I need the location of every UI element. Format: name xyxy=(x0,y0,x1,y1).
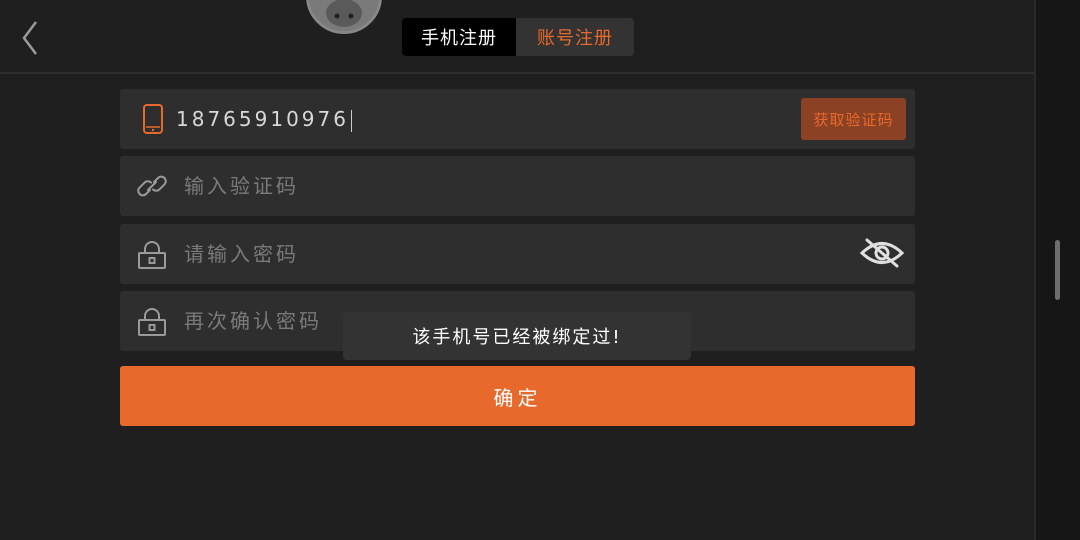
tab-account-register[interactable]: 账号注册 xyxy=(516,18,634,56)
tab-phone-register[interactable]: 手机注册 xyxy=(402,18,516,56)
avatar xyxy=(306,0,382,34)
lock-icon xyxy=(138,241,166,269)
code-field[interactable]: 输入验证码 xyxy=(120,156,915,216)
eye-off-icon[interactable] xyxy=(859,236,905,270)
password-input[interactable]: 请输入密码 xyxy=(184,224,299,284)
chevron-left-icon xyxy=(22,21,37,55)
code-input[interactable]: 输入验证码 xyxy=(184,156,299,216)
phone-icon xyxy=(143,104,163,134)
confirm-password-input[interactable]: 再次确认密码 xyxy=(184,291,322,351)
toast-message: 该手机号已经被绑定过! xyxy=(343,312,691,360)
link-icon xyxy=(137,175,167,197)
get-code-button[interactable]: 获取验证码 xyxy=(801,98,906,140)
register-tabs: 手机注册 账号注册 xyxy=(402,18,634,56)
header-bar: 手机注册 账号注册 xyxy=(0,0,1034,74)
confirm-button[interactable]: 确定 xyxy=(120,366,915,426)
scrollbar[interactable] xyxy=(1055,240,1060,300)
text-cursor xyxy=(350,109,352,132)
phone-field[interactable]: 18765910976 获取验证码 xyxy=(120,89,915,149)
phone-input[interactable]: 18765910976 xyxy=(176,89,352,149)
back-button[interactable] xyxy=(14,18,48,58)
password-field[interactable]: 请输入密码 xyxy=(120,224,915,284)
lock-icon xyxy=(138,308,166,336)
